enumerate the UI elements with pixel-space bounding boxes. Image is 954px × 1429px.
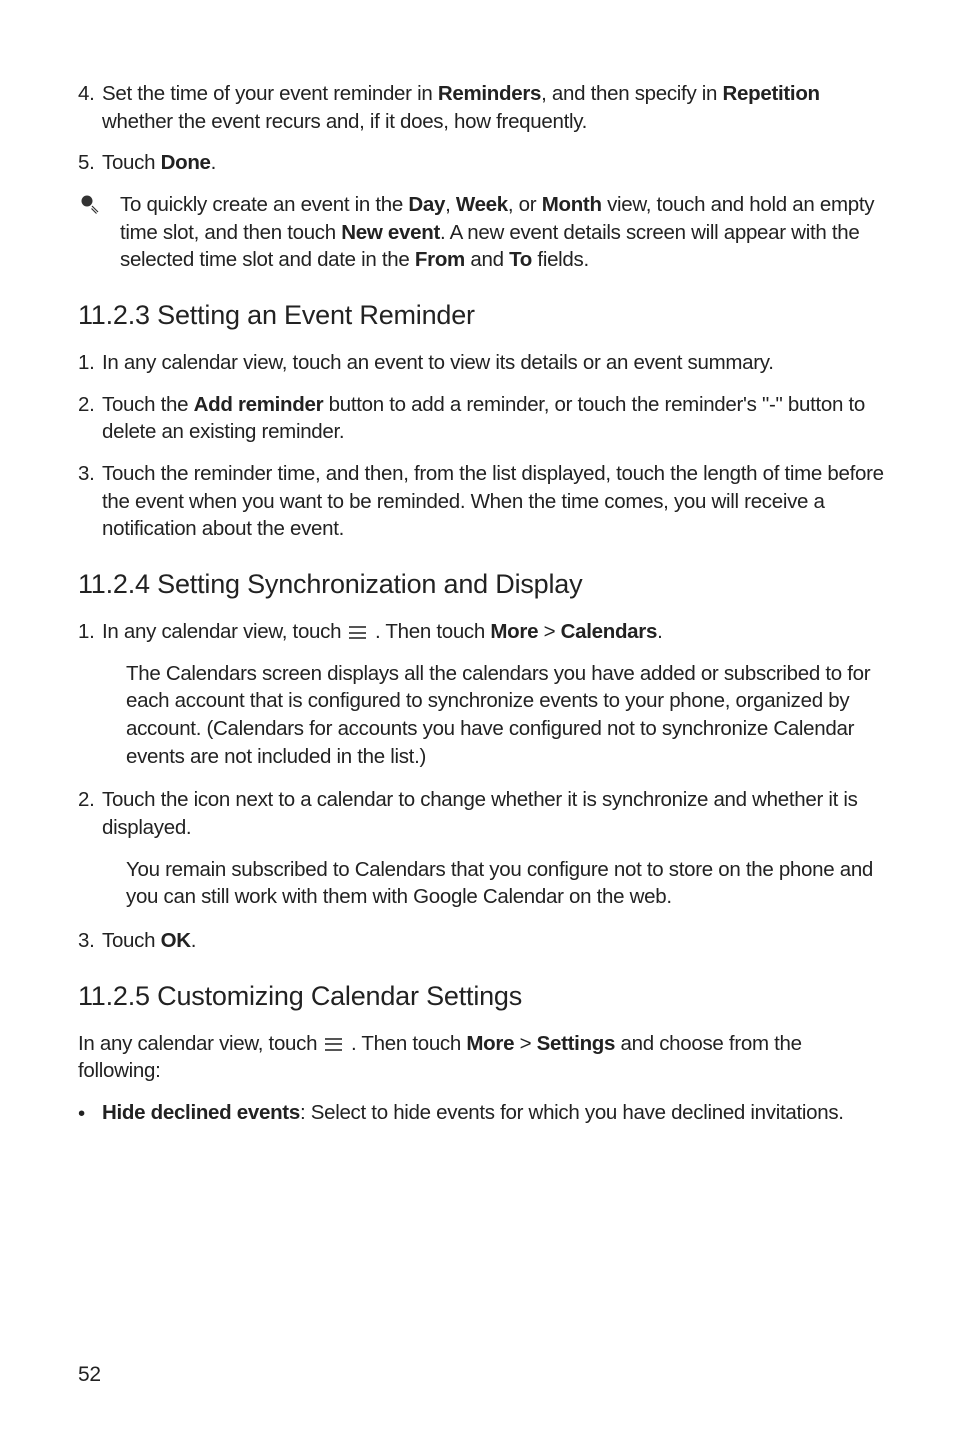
text-fragment: > bbox=[514, 1032, 536, 1055]
text-fragment: > bbox=[538, 620, 560, 643]
menu-icon bbox=[325, 1038, 342, 1051]
bold-settings: Settings bbox=[537, 1032, 615, 1055]
menu-icon bbox=[349, 626, 366, 639]
text-fragment: and bbox=[465, 248, 509, 271]
sub-paragraph: You remain subscribed to Calendars that … bbox=[126, 856, 884, 911]
text-fragment: , and then specify in bbox=[541, 82, 722, 105]
text-fragment: Touch bbox=[102, 151, 161, 174]
text-fragment: . bbox=[191, 929, 196, 952]
bold-day: Day bbox=[408, 193, 445, 216]
step-5: 5. Touch Done. bbox=[78, 149, 884, 177]
tip-icon bbox=[78, 191, 120, 274]
tip-text: To quickly create an event in the Day, W… bbox=[120, 191, 884, 274]
bold-add-reminder: Add reminder bbox=[194, 393, 324, 416]
text-fragment: , or bbox=[508, 193, 542, 216]
step-4: 4. Set the time of your event reminder i… bbox=[78, 80, 884, 135]
heading-11-2-4: 11.2.4 Setting Synchronization and Displ… bbox=[78, 569, 884, 600]
text-fragment: . Then touch bbox=[370, 620, 491, 643]
bullet-dot: • bbox=[78, 1099, 102, 1128]
step-2: 2. Touch the icon next to a calendar to … bbox=[78, 786, 884, 841]
text-fragment: whether the event recurs and, if it does… bbox=[102, 110, 587, 133]
intro-paragraph: In any calendar view, touch . Then touch… bbox=[78, 1030, 884, 1085]
step-1: 1. In any calendar view, touch . Then to… bbox=[78, 618, 884, 646]
step-text: Touch the reminder time, and then, from … bbox=[102, 460, 884, 543]
bullet-text: Hide declined events: Select to hide eve… bbox=[102, 1099, 884, 1128]
bold-calendars: Calendars bbox=[561, 620, 657, 643]
text-fragment: In any calendar view, touch bbox=[102, 620, 347, 643]
step-text: Touch the Add reminder button to add a r… bbox=[102, 391, 884, 446]
step-number: 2. bbox=[78, 391, 102, 446]
step-text: Touch Done. bbox=[102, 149, 884, 177]
tip-block: To quickly create an event in the Day, W… bbox=[78, 191, 884, 274]
text-fragment: fields. bbox=[532, 248, 589, 271]
bold-hide-declined: Hide declined events bbox=[102, 1101, 300, 1124]
step-1: 1. In any calendar view, touch an event … bbox=[78, 349, 884, 377]
sub-paragraph: The Calendars screen displays all the ca… bbox=[126, 660, 884, 771]
bold-new-event: New event bbox=[341, 221, 440, 244]
text-fragment: To quickly create an event in the bbox=[120, 193, 408, 216]
bullet-item: • Hide declined events: Select to hide e… bbox=[78, 1099, 884, 1128]
text-fragment: Set the time of your event reminder in bbox=[102, 82, 438, 105]
step-text: Touch OK. bbox=[102, 927, 884, 955]
bold-week: Week bbox=[456, 193, 508, 216]
bold-more: More bbox=[490, 620, 538, 643]
step-3: 3. Touch OK. bbox=[78, 927, 884, 955]
step-text: In any calendar view, touch . Then touch… bbox=[102, 618, 884, 646]
text-fragment: . bbox=[211, 151, 216, 174]
bold-to: To bbox=[509, 248, 532, 271]
bold-done: Done bbox=[161, 151, 211, 174]
heading-11-2-5: 11.2.5 Customizing Calendar Settings bbox=[78, 981, 884, 1012]
bold-repetition: Repetition bbox=[723, 82, 820, 105]
text-fragment: In any calendar view, touch bbox=[78, 1032, 323, 1055]
step-text: Set the time of your event reminder in R… bbox=[102, 80, 884, 135]
bold-ok: OK bbox=[161, 929, 191, 952]
step-number: 3. bbox=[78, 927, 102, 955]
step-number: 3. bbox=[78, 460, 102, 543]
step-text: In any calendar view, touch an event to … bbox=[102, 349, 884, 377]
text-fragment: Touch the bbox=[102, 393, 194, 416]
step-3: 3. Touch the reminder time, and then, fr… bbox=[78, 460, 884, 543]
step-number: 4. bbox=[78, 80, 102, 135]
text-fragment: , bbox=[445, 193, 456, 216]
text-fragment: : Select to hide events for which you ha… bbox=[300, 1101, 844, 1124]
heading-11-2-3: 11.2.3 Setting an Event Reminder bbox=[78, 300, 884, 331]
text-fragment: . bbox=[657, 620, 662, 643]
step-2: 2. Touch the Add reminder button to add … bbox=[78, 391, 884, 446]
step-number: 1. bbox=[78, 349, 102, 377]
step-number: 5. bbox=[78, 149, 102, 177]
step-text: Touch the icon next to a calendar to cha… bbox=[102, 786, 884, 841]
step-number: 1. bbox=[78, 618, 102, 646]
text-fragment: Touch bbox=[102, 929, 161, 952]
bold-month: Month bbox=[542, 193, 602, 216]
step-number: 2. bbox=[78, 786, 102, 841]
text-fragment: . Then touch bbox=[346, 1032, 467, 1055]
bold-more: More bbox=[466, 1032, 514, 1055]
bold-reminders: Reminders bbox=[438, 82, 541, 105]
bold-from: From bbox=[415, 248, 465, 271]
page-number: 52 bbox=[78, 1363, 101, 1387]
